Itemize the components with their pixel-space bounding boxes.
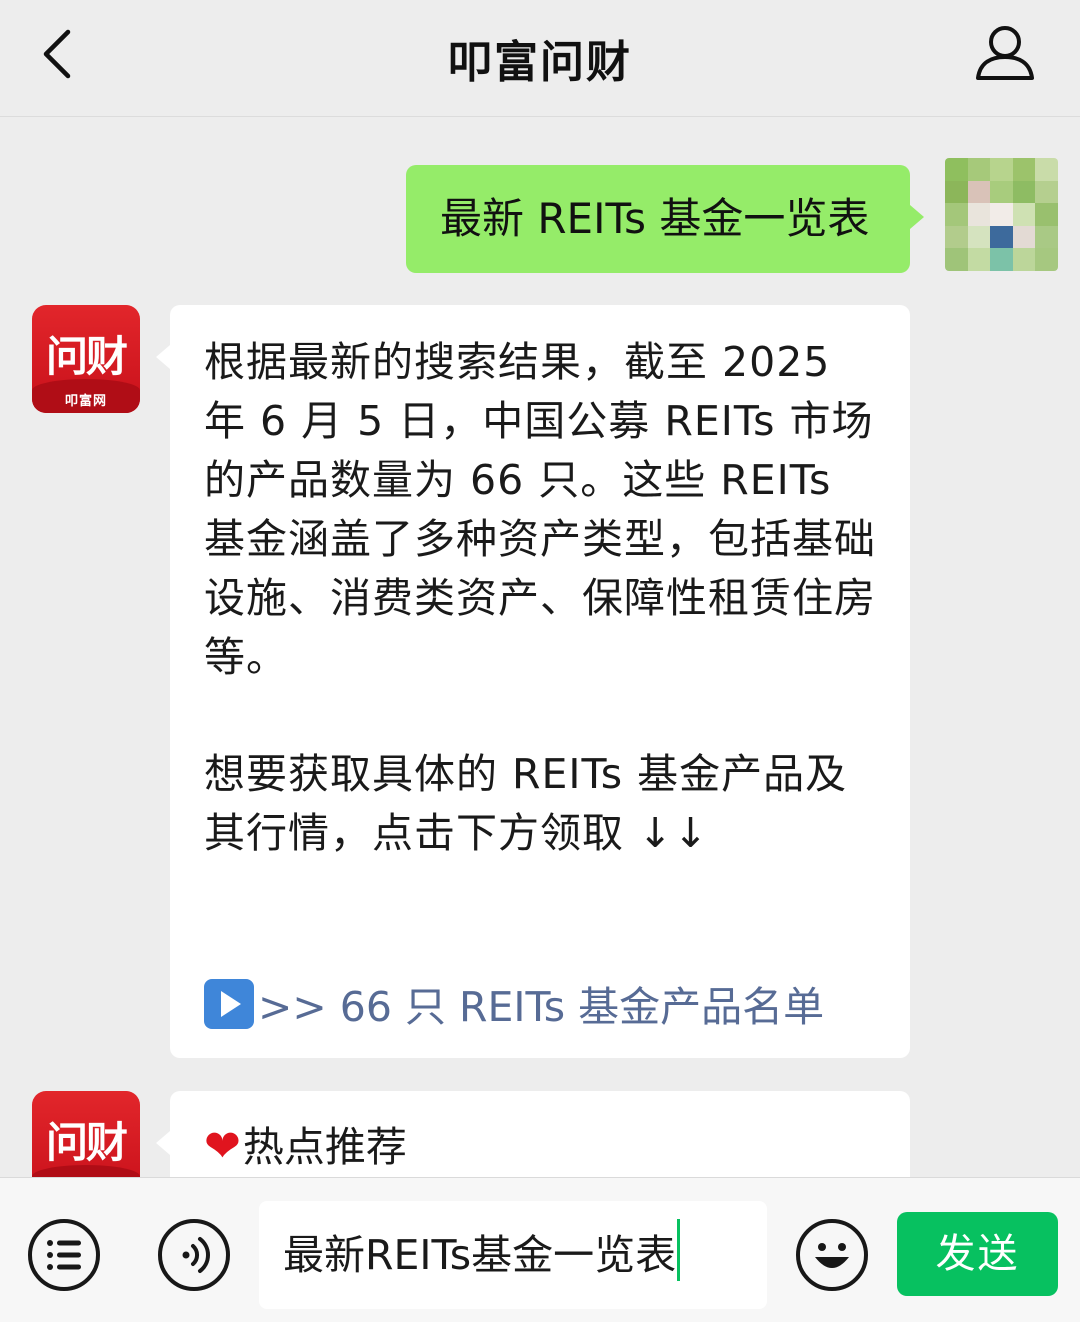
menu-list-icon: [47, 1240, 81, 1270]
chat-input-bar: 最新REITs基金一览表 发送: [0, 1177, 1080, 1322]
profile-icon[interactable]: [970, 22, 1040, 86]
nav-header: 叩富问财: [0, 0, 1080, 117]
bot-logo-subtext: 叩富网: [64, 394, 107, 409]
voice-icon: [182, 1237, 210, 1273]
hot-recommend-heading: ❤热点推荐: [204, 1117, 407, 1177]
bot-reply-paragraph: 想要获取具体的 REITs 基金产品及其行情，点击下方领取 ↓↓: [204, 750, 848, 857]
message-input[interactable]: 最新REITs基金一览表: [259, 1201, 767, 1309]
hot-recommend-title: 热点推荐: [242, 1123, 407, 1171]
bot-avatar[interactable]: 问财 叩富网: [32, 305, 140, 413]
bot-message-bubble: 根据最新的搜索结果，截至 2025 年 6 月 5 日，中国公募 REITs 市…: [156, 305, 910, 1058]
page-title: 叩富问财: [448, 37, 632, 88]
text-caret: [677, 1219, 681, 1281]
fund-list-link[interactable]: >> 66 只 REITs 基金产品名单: [204, 977, 824, 1037]
heart-icon: ❤: [204, 1121, 241, 1172]
play-button-icon: [204, 979, 254, 1029]
message-input-value: 最新REITs基金一览表: [283, 1231, 677, 1279]
emoji-button[interactable]: [796, 1219, 868, 1291]
fund-list-link-text[interactable]: >> 66 只 REITs 基金产品名单: [258, 983, 824, 1031]
bot-reply-paragraph: 根据最新的搜索结果，截至 2025 年 6 月 5 日，中国公募 REITs 市…: [204, 338, 876, 681]
menu-list-button[interactable]: [28, 1219, 100, 1291]
emoji-icon: [815, 1243, 849, 1268]
user-avatar[interactable]: [945, 158, 1058, 271]
bot-logo-text: 问财: [45, 332, 128, 381]
user-message-bubble[interactable]: 最新 REITs 基金一览表: [406, 165, 924, 273]
chat-screen: 叩富问财 最新 REITs 基金一览表 问财 叩富网 根据最新的搜索结果，截至 …: [0, 0, 1080, 1322]
bot-logo-text: 问财: [45, 1118, 128, 1167]
voice-button[interactable]: [158, 1219, 230, 1291]
send-button[interactable]: 发送: [897, 1212, 1058, 1296]
